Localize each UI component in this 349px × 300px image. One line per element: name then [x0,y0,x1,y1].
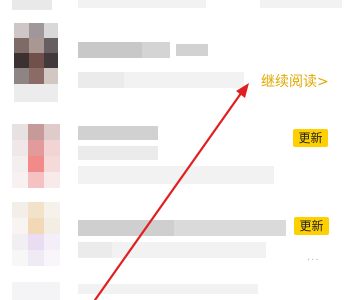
book-subtitle [176,44,208,56]
update-badge[interactable]: 更新 [293,129,328,147]
book-author [78,242,112,258]
book-title [78,220,174,236]
book-progress [112,242,266,258]
book-meta-partial [78,284,258,294]
action-partial [260,0,342,8]
book-title [78,126,158,140]
book-progress-detail [124,72,244,88]
book-title [78,42,142,58]
more-dots-icon[interactable]: ··· [307,256,320,266]
book-meta-partial [78,0,206,8]
book-progress [78,166,274,184]
book-cover-partial [12,0,52,10]
update-badge[interactable]: 更新 [294,217,329,235]
book-title-tail [142,42,170,58]
book-progress [78,72,124,88]
continue-reading-link[interactable]: 继续阅读> [261,73,329,91]
book-author [78,146,158,160]
book-cover-partial [12,282,60,300]
book-title-tail [174,220,286,236]
bookshelf-list-screen: 继续阅读> 更新 更新 ··· [0,0,349,300]
